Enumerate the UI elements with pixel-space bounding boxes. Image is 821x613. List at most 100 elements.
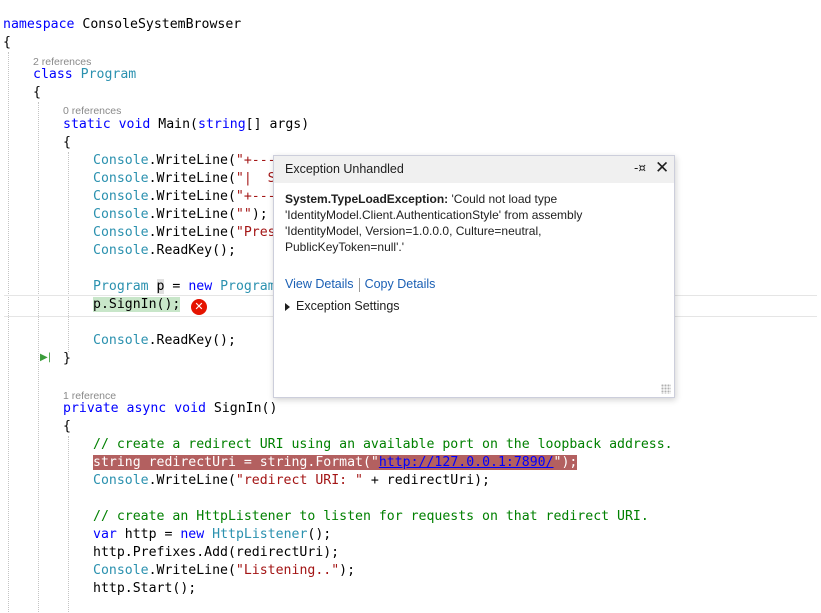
- error-icon[interactable]: ✕: [191, 299, 207, 315]
- type-name: Console: [93, 171, 149, 186]
- exception-line-highlight: string redirectUri = string.Format("http…: [93, 455, 578, 470]
- code-line: Console.WriteLine("redirect URI: " + red…: [93, 472, 490, 490]
- punctuation: );: [561, 455, 578, 470]
- indent-guide: [68, 436, 69, 612]
- run-to-click-icon[interactable]: ▶|: [40, 351, 51, 365]
- type-name: HttpListener: [204, 527, 308, 542]
- resize-grip-icon[interactable]: [661, 384, 671, 394]
- class-name: Program: [80, 67, 137, 82]
- keyword: new: [188, 279, 213, 294]
- code-line: {: [33, 85, 41, 100]
- exception-settings-label: Exception Settings: [296, 299, 400, 313]
- current-statement: p.SignIn();: [93, 297, 181, 312]
- code-line: static void Main(string[] args): [63, 116, 309, 134]
- method-call: .WriteLine(: [148, 153, 236, 168]
- keyword: string: [198, 117, 246, 132]
- code-line: {: [3, 35, 11, 50]
- quote: ": [370, 455, 379, 470]
- copy-details-link[interactable]: Copy Details: [365, 277, 436, 291]
- keyword: private: [63, 401, 119, 416]
- code-line: Console.WriteLine("+----: [93, 188, 284, 206]
- type-name: Program: [93, 279, 149, 294]
- keyword: string: [93, 455, 141, 470]
- string-literal: "Listening..": [235, 563, 340, 578]
- indent-guide: [8, 52, 9, 612]
- code-line: }: [63, 351, 71, 366]
- code-line: Console.WriteLine("Press: [93, 224, 284, 242]
- type-name: Console: [93, 189, 149, 204]
- code-line: Console.ReadKey();: [93, 332, 236, 350]
- code-comment: // create an HttpListener to listen for …: [93, 509, 649, 524]
- type-name: Console: [93, 243, 149, 258]
- method-call: .ReadKey();: [148, 333, 236, 348]
- close-icon[interactable]: ✕: [655, 158, 669, 178]
- method-call: .WriteLine(: [148, 171, 236, 186]
- assignment: http =: [116, 527, 181, 542]
- method-call: .WriteLine(: [148, 225, 236, 240]
- keyword: namespace: [3, 17, 75, 32]
- type-name: Console: [93, 333, 149, 348]
- code-line: private async void SignIn(): [63, 400, 277, 418]
- type-name: Console: [93, 153, 149, 168]
- pin-icon[interactable]: -¤: [634, 161, 646, 175]
- exception-type: System.TypeLoadException:: [285, 192, 449, 206]
- method-call: .ReadKey();: [148, 243, 236, 258]
- indent-guide: [68, 152, 69, 352]
- code-line: http.Prefixes.Add(redirectUri);: [93, 545, 340, 560]
- method-call: .WriteLine(: [148, 189, 236, 204]
- method-name: SignIn(): [205, 401, 278, 416]
- exception-settings-expander[interactable]: Exception Settings: [285, 299, 400, 313]
- popup-header: Exception Unhandled -¤ ✕: [274, 156, 674, 183]
- code-line-exception: string redirectUri = string.Format("http…: [93, 454, 578, 472]
- code-line: {: [63, 135, 71, 150]
- method-call: .WriteLine(: [148, 207, 236, 222]
- code-line: Console.ReadKey();: [93, 242, 236, 260]
- keyword: async: [126, 401, 167, 416]
- type-name: Console: [93, 225, 149, 240]
- type-name: Console: [93, 207, 149, 222]
- type-name: Console: [93, 473, 149, 488]
- code-line: http.Start();: [93, 581, 197, 596]
- namespace-name: ConsoleSystemBrowser: [74, 17, 242, 32]
- code-line: Console.WriteLine("Listening..");: [93, 562, 355, 580]
- keyword: void: [174, 401, 206, 416]
- keyword: var: [93, 527, 117, 542]
- punctuation: );: [251, 207, 268, 222]
- code-line: Console.WriteLine("| Si: [93, 170, 284, 188]
- url-link[interactable]: http://127.0.0.1:7890/: [379, 455, 554, 470]
- exception-message: System.TypeLoadException: 'Could not loa…: [285, 191, 655, 255]
- exception-popup: Exception Unhandled -¤ ✕ System.TypeLoad…: [273, 155, 675, 398]
- code-line: var http = new HttpListener();: [93, 526, 331, 544]
- assignment: redirectUri =: [140, 455, 260, 470]
- code-line: class Program: [33, 66, 136, 84]
- type-name: Console: [93, 563, 149, 578]
- popup-title: Exception Unhandled: [285, 162, 404, 176]
- expand-caret-icon: [285, 302, 290, 311]
- method-call: .Format(: [307, 455, 371, 470]
- string-literal: "redirect URI: ": [235, 473, 363, 488]
- method-call: .WriteLine(: [148, 473, 236, 488]
- link-separator: [358, 277, 360, 292]
- method-call: .WriteLine(: [148, 563, 236, 578]
- string-literal: "": [235, 207, 252, 222]
- indent-guide: [38, 102, 39, 612]
- code-line: Console.WriteLine("+----: [93, 152, 284, 170]
- keyword: string: [259, 455, 308, 470]
- popup-links: View Details Copy Details: [285, 277, 435, 292]
- code-line: Console.WriteLine("");: [93, 206, 268, 224]
- operator: =: [164, 279, 189, 294]
- code-comment: // create a redirect URI using an availa…: [93, 437, 673, 452]
- keyword: new: [180, 527, 205, 542]
- code-line-current-statement: p.SignIn();: [93, 296, 181, 314]
- punctuation: );: [339, 563, 356, 578]
- expression: + redirectUri);: [362, 473, 491, 488]
- punctuation: ();: [307, 527, 332, 542]
- code-line: namespace ConsoleSystemBrowser: [3, 16, 241, 34]
- method-name: Main(: [150, 117, 198, 132]
- params: [] args): [245, 117, 310, 132]
- code-line: Program p = new Program(: [93, 278, 284, 296]
- keyword: class: [33, 67, 73, 82]
- view-details-link[interactable]: View Details: [285, 277, 354, 291]
- keyword: void: [118, 117, 151, 132]
